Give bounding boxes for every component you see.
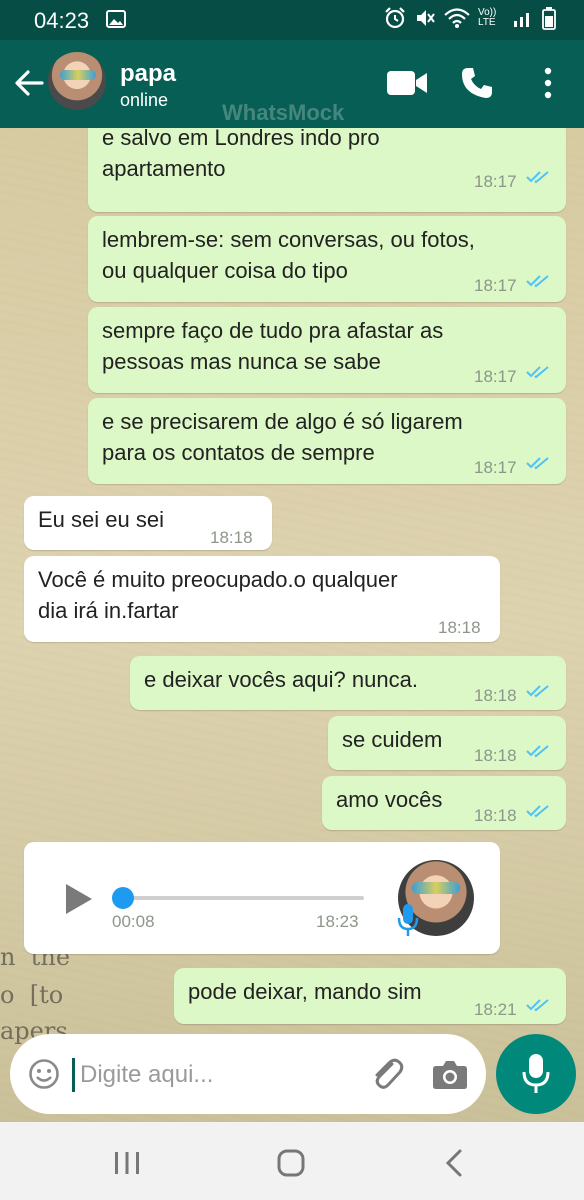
- mic-icon: [397, 904, 419, 936]
- message-time: 18:23: [316, 912, 359, 931]
- home-icon[interactable]: [276, 1148, 306, 1178]
- message-bubble-outgoing[interactable]: lembrem-se: sem conversas, ou fotos, ou …: [88, 216, 566, 302]
- voice-duration: 00:08: [112, 912, 155, 931]
- message-bubble-outgoing[interactable]: pode deixar, mando sim 18:21: [174, 968, 566, 1024]
- mic-icon: [522, 1054, 550, 1093]
- more-vert-icon[interactable]: [538, 66, 558, 100]
- message-bubble-outgoing[interactable]: e salvo em Londres indo pro apartamento …: [88, 128, 566, 212]
- message-time: 18:18: [210, 528, 253, 547]
- double-check-icon: [526, 805, 549, 818]
- message-time: 18:17: [474, 458, 517, 477]
- message-text: Eu sei eu sei: [38, 507, 164, 532]
- voice-message-incoming[interactable]: 00:08 18:23: [24, 842, 500, 954]
- double-check-icon: [526, 171, 549, 184]
- double-check-icon: [526, 685, 549, 698]
- signal-icon: [514, 13, 529, 27]
- message-bubble-outgoing[interactable]: sempre faço de tudo pra afastar as pesso…: [88, 307, 566, 393]
- double-check-icon: [526, 999, 549, 1012]
- message-text: e deixar vocês aqui? nunca.: [144, 667, 418, 692]
- video-call-icon[interactable]: [386, 68, 428, 98]
- message-time: 18:17: [474, 367, 517, 386]
- message-text: e se precisarem de algo é só ligarem par…: [102, 409, 463, 465]
- system-nav-bar: [0, 1122, 584, 1200]
- message-time: 18:17: [474, 276, 517, 295]
- message-text: lembrem-se: sem conversas, ou fotos, ou …: [102, 227, 475, 283]
- voice-progress-handle[interactable]: [112, 887, 134, 909]
- message-bubble-outgoing[interactable]: e deixar vocês aqui? nunca. 18:18: [130, 656, 566, 710]
- status-icons: Vo)) LTE: [384, 6, 556, 30]
- message-bubble-outgoing[interactable]: amo vocês 18:18: [322, 776, 566, 830]
- message-time: 18:17: [474, 172, 517, 191]
- contact-status: online: [120, 90, 169, 110]
- attach-icon[interactable]: [370, 1056, 404, 1092]
- message-input[interactable]: [78, 1054, 362, 1096]
- recent-apps-icon[interactable]: [112, 1150, 142, 1176]
- message-time: 18:18: [474, 806, 517, 825]
- gallery-notification-icon: [106, 10, 126, 28]
- message-time: 18:18: [474, 686, 517, 705]
- alarm-icon: [385, 7, 405, 29]
- message-bubble-outgoing[interactable]: se cuidem 18:18: [328, 716, 566, 770]
- contact-name[interactable]: papa: [120, 60, 176, 88]
- mute-icon: [417, 10, 435, 26]
- chat-area[interactable]: n the o [to apers e salvo em Londres ind…: [0, 128, 584, 1122]
- chat-header: papa online WhatsMock: [0, 40, 584, 128]
- double-check-icon: [526, 457, 549, 470]
- message-text: amo vocês: [336, 787, 443, 812]
- contact-avatar[interactable]: [48, 52, 106, 110]
- nav-back-icon[interactable]: [444, 1148, 464, 1178]
- message-text: pode deixar, mando sim: [188, 979, 422, 1004]
- voice-progress-track[interactable]: [124, 896, 364, 900]
- back-arrow-icon[interactable]: [12, 66, 46, 100]
- text-cursor: [72, 1058, 75, 1092]
- watermark: WhatsMock: [222, 100, 345, 125]
- message-text: Você é muito preocupado.o qualquer dia i…: [38, 567, 398, 623]
- message-time: 18:18: [474, 746, 517, 765]
- message-text: e salvo em Londres indo pro apartamento: [102, 128, 380, 181]
- status-bar: 04:23 Vo)) LTE: [0, 0, 584, 40]
- phone-icon[interactable]: [460, 66, 494, 100]
- emoji-icon[interactable]: [28, 1058, 60, 1090]
- message-text: sempre faço de tudo pra afastar as pesso…: [102, 318, 444, 374]
- battery-icon: [542, 7, 556, 30]
- double-check-icon: [526, 275, 549, 288]
- status-time: 04:23: [34, 8, 90, 33]
- background-decoration: o [to: [0, 981, 64, 1009]
- message-time: 18:18: [438, 618, 481, 637]
- double-check-icon: [526, 366, 549, 379]
- message-composer: [10, 1034, 486, 1114]
- double-check-icon: [526, 745, 549, 758]
- message-bubble-outgoing[interactable]: e se precisarem de algo é só ligarem par…: [88, 398, 566, 484]
- record-voice-button[interactable]: [496, 1034, 576, 1114]
- network-label: Vo)) LTE: [478, 7, 497, 28]
- wifi-icon: [444, 8, 470, 28]
- camera-icon[interactable]: [432, 1058, 468, 1090]
- message-bubble-incoming[interactable]: Eu sei eu sei 18:18: [24, 496, 272, 550]
- message-text: se cuidem: [342, 727, 443, 752]
- message-bubble-incoming[interactable]: Você é muito preocupado.o qualquer dia i…: [24, 556, 500, 642]
- play-icon[interactable]: [64, 882, 94, 916]
- message-time: 18:21: [474, 1000, 517, 1019]
